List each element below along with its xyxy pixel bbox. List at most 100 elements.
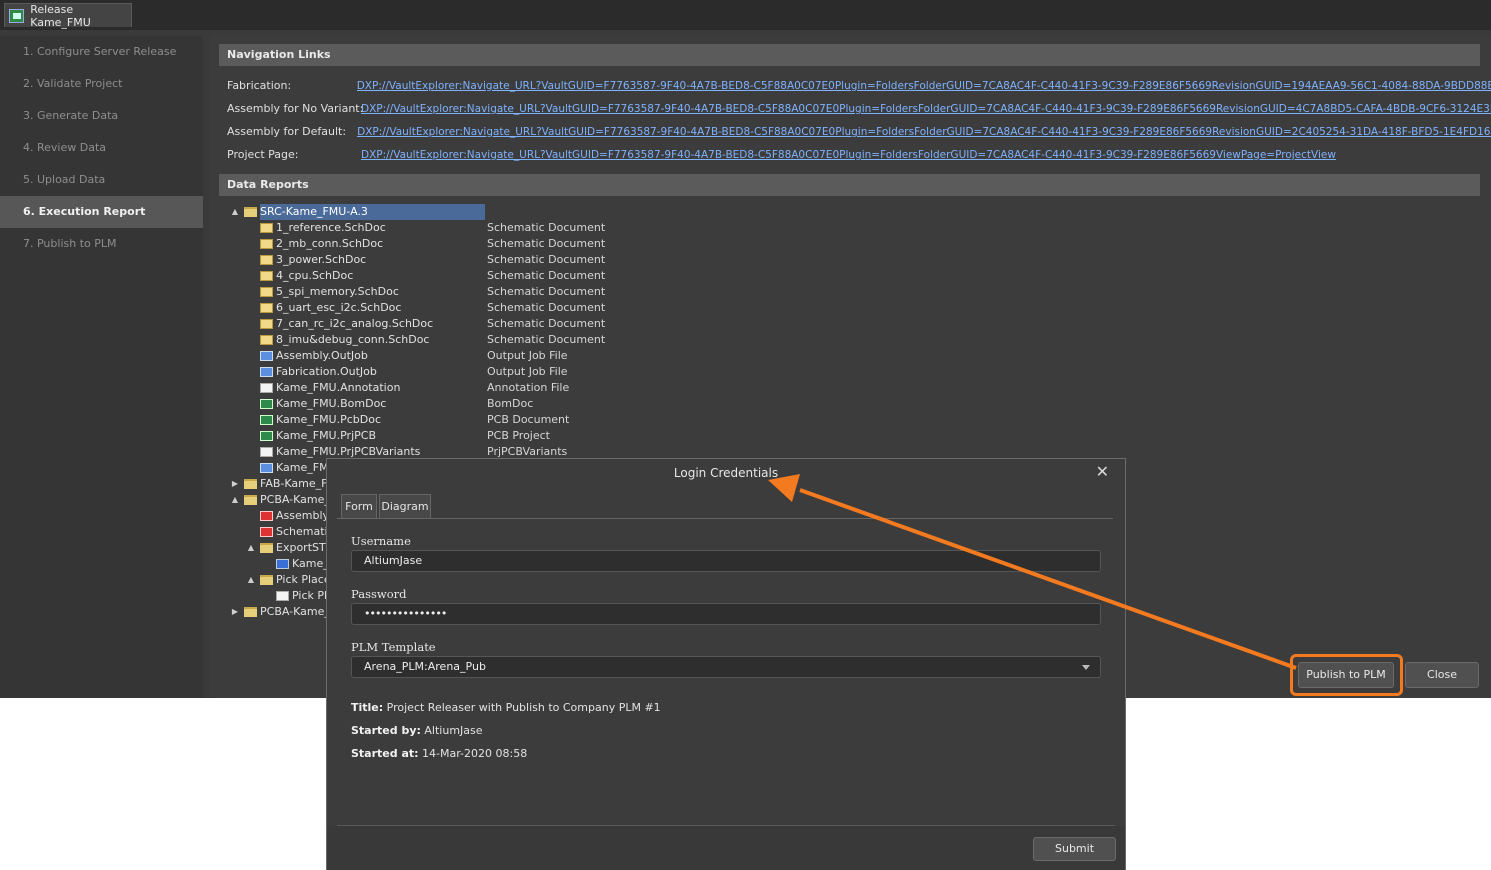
tree-row[interactable]: ▲ SRC-Kame_FMU-A.3 bbox=[230, 204, 1030, 220]
nav-label: Assembly for Default: bbox=[227, 125, 347, 138]
tree-row[interactable]: Assembly.OutJob Output Job File bbox=[230, 348, 1030, 364]
tree-item-name: Schematic bbox=[276, 525, 334, 538]
sch-icon bbox=[260, 255, 273, 265]
pcb-icon bbox=[260, 415, 273, 425]
tree-row[interactable]: Fabrication.OutJob Output Job File bbox=[230, 364, 1030, 380]
tree-item-type: Schematic Document bbox=[487, 333, 606, 346]
tree-item-name: SRC-Kame_FMU-A.3 bbox=[260, 204, 485, 220]
doc-icon bbox=[260, 383, 273, 393]
info-title-value: Project Releaser with Publish to Company… bbox=[386, 701, 661, 714]
collapsed-arrow-icon[interactable]: ▶ bbox=[230, 476, 240, 492]
login-credentials-dialog: Login Credentials ✕ Form Diagram Usernam… bbox=[326, 458, 1126, 870]
tree-item-type: Output Job File bbox=[487, 349, 568, 362]
tree-item-type: Annotation File bbox=[487, 381, 570, 394]
tree-item-name: 7_can_rc_i2c_analog.SchDoc bbox=[276, 317, 434, 330]
plm-template-select[interactable]: Arena_PLM:Arena_Pub bbox=[351, 656, 1101, 678]
step-generate-data[interactable]: 3. Generate Data bbox=[0, 100, 203, 132]
pcb-icon bbox=[260, 399, 273, 409]
expanded-arrow-icon[interactable]: ▲ bbox=[246, 540, 256, 556]
step-publish-to-plm[interactable]: 7. Publish to PLM bbox=[0, 228, 203, 260]
nav-link-fabrication[interactable]: DXP://VaultExplorer:Navigate_URL?VaultGU… bbox=[357, 77, 1491, 95]
tree-item-name: Kame_FMU.PrjPCB bbox=[276, 429, 376, 442]
tree-item-name: ExportSTE bbox=[276, 541, 333, 554]
sch-icon bbox=[260, 319, 273, 329]
step-configure-server-release[interactable]: 1. Configure Server Release bbox=[0, 36, 203, 68]
tree-item-name: 8_imu&debug_conn.SchDoc bbox=[276, 333, 430, 346]
password-field[interactable]: ••••••••••••••• bbox=[351, 603, 1101, 625]
nav-row-fabrication: Fabrication: DXP://VaultExplorer:Navigat… bbox=[227, 77, 1491, 95]
tree-item-name: 2_mb_conn.SchDoc bbox=[276, 237, 384, 250]
nav-row-assembly-default: Assembly for Default: DXP://VaultExplore… bbox=[227, 123, 1491, 141]
nav-link-assembly-no-variant[interactable]: DXP://VaultExplorer:Navigate_URL?VaultGU… bbox=[361, 100, 1491, 118]
username-label: Username bbox=[351, 534, 411, 548]
tree-item-type: Schematic Document bbox=[487, 301, 606, 314]
plm-template-value: Arena_PLM:Arena_Pub bbox=[364, 660, 486, 673]
step-upload-data[interactable]: 5. Upload Data bbox=[0, 164, 203, 196]
info-started-at-value: 14-Mar-2020 08:58 bbox=[422, 747, 528, 760]
tree-item-type: BomDoc bbox=[487, 397, 534, 410]
step-validate-project[interactable]: 2. Validate Project bbox=[0, 68, 203, 100]
tab-form[interactable]: Form bbox=[341, 494, 377, 518]
plm-template-label: PLM Template bbox=[351, 640, 436, 654]
info-title: Title: Project Releaser with Publish to … bbox=[351, 701, 661, 714]
tree-row[interactable]: 4_cpu.SchDoc Schematic Document bbox=[230, 268, 1030, 284]
info-started-by: Started by: AltiumJase bbox=[351, 724, 483, 737]
tree-item-name: Pick Pl bbox=[292, 589, 328, 602]
tree-item-type: Schematic Document bbox=[487, 253, 606, 266]
password-label: Password bbox=[351, 587, 407, 601]
tree-item-type: Output Job File bbox=[487, 365, 568, 378]
step-execution-report[interactable]: 6. Execution Report bbox=[0, 196, 203, 228]
tree-item-type: PCB Document bbox=[487, 413, 570, 426]
tree-item-name: Fabrication.OutJob bbox=[276, 365, 377, 378]
tree-row[interactable]: Kame_FMU.PrjPCB PCB Project bbox=[230, 428, 1030, 444]
submit-button[interactable]: Submit bbox=[1033, 837, 1116, 861]
tree-row[interactable]: 7_can_rc_i2c_analog.SchDoc Schematic Docu… bbox=[230, 316, 1030, 332]
nav-link-assembly-default[interactable]: DXP://VaultExplorer:Navigate_URL?VaultGU… bbox=[357, 123, 1491, 141]
tree-item-name: Assembly.OutJob bbox=[276, 349, 368, 362]
step-review-data[interactable]: 4. Review Data bbox=[0, 132, 203, 164]
info-started-by-value: AltiumJase bbox=[424, 724, 483, 737]
close-button[interactable]: Close bbox=[1405, 662, 1479, 688]
tree-item-name: Pick Place bbox=[276, 573, 331, 586]
tree-row[interactable]: 8_imu&debug_conn.SchDoc Schematic Documen… bbox=[230, 332, 1030, 348]
expanded-arrow-icon[interactable]: ▲ bbox=[230, 492, 240, 508]
tree-row[interactable]: Kame_FMU.Annotation Annotation File bbox=[230, 380, 1030, 396]
sch-icon bbox=[260, 303, 273, 313]
close-icon[interactable]: ✕ bbox=[1096, 461, 1109, 483]
tree-item-name: PCBA-Kame_I bbox=[260, 493, 334, 506]
tree-item-name: Kame_FM bbox=[276, 461, 329, 474]
tree-item-name: 6_uart_esc_i2c.SchDoc bbox=[276, 301, 402, 314]
tree-row[interactable]: Kame_FMU.BomDoc BomDoc bbox=[230, 396, 1030, 412]
release-app-icon bbox=[9, 8, 25, 23]
sch-icon bbox=[260, 271, 273, 281]
collapsed-arrow-icon[interactable]: ▶ bbox=[230, 604, 240, 620]
publish-highlight-box bbox=[1290, 654, 1403, 696]
tree-item-name: Kame_ bbox=[292, 557, 329, 570]
folder-icon bbox=[244, 479, 257, 489]
tree-item-name: FAB-Kame_FI bbox=[260, 477, 331, 490]
window-tab[interactable]: Release Kame_FMU bbox=[4, 3, 132, 29]
tree-row[interactable]: Kame_FMU.PcbDoc PCB Document bbox=[230, 412, 1030, 428]
navigation-links-header: Navigation Links bbox=[219, 44, 1480, 66]
tab-diagram[interactable]: Diagram bbox=[379, 494, 431, 518]
title-bar: Release Kame_FMU bbox=[0, 0, 1491, 30]
sch-icon bbox=[260, 239, 273, 249]
tree-row[interactable]: 1_reference.SchDoc Schematic Document bbox=[230, 220, 1030, 236]
tree-item-name: 3_power.SchDoc bbox=[276, 253, 367, 266]
tree-row[interactable]: 5_spi_memory.SchDoc Schematic Document bbox=[230, 284, 1030, 300]
data-reports-header: Data Reports bbox=[219, 174, 1480, 196]
tree-item-name: Kame_FMU.BomDoc bbox=[276, 397, 387, 410]
tree-row[interactable]: 3_power.SchDoc Schematic Document bbox=[230, 252, 1030, 268]
tree-row[interactable]: 6_uart_esc_i2c.SchDoc Schematic Document bbox=[230, 300, 1030, 316]
tree-item-name: Kame_FMU.Annotation bbox=[276, 381, 401, 394]
expanded-arrow-icon[interactable]: ▲ bbox=[246, 572, 256, 588]
steps-sidebar: 1. Configure Server Release 2. Validate … bbox=[0, 36, 203, 698]
dialog-footer: Submit bbox=[327, 826, 1125, 870]
nav-row-assembly-no-variant: Assembly for No Variant: DXP://VaultExpl… bbox=[227, 100, 1491, 118]
tree-row[interactable]: 2_mb_conn.SchDoc Schematic Document bbox=[230, 236, 1030, 252]
username-field[interactable]: AltiumJase bbox=[351, 550, 1101, 572]
nav-link-project-page[interactable]: DXP://VaultExplorer:Navigate_URL?VaultGU… bbox=[361, 146, 1336, 164]
expanded-arrow-icon[interactable]: ▲ bbox=[230, 204, 240, 220]
outjob-icon bbox=[260, 351, 273, 361]
dialog-title: Login Credentials bbox=[673, 466, 779, 480]
